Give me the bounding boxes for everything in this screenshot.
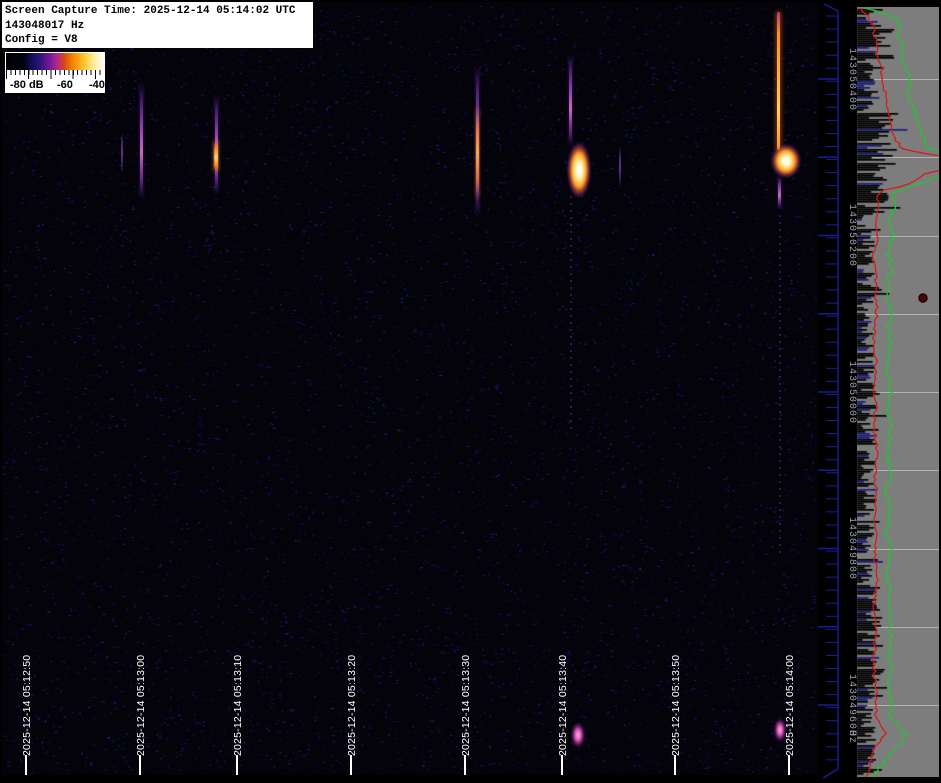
time-axis-tick bbox=[561, 755, 563, 775]
legend-db-label: -40 bbox=[89, 79, 105, 91]
meteor-echo-streak bbox=[619, 146, 621, 188]
meteor-echo-core bbox=[475, 108, 479, 198]
meteor-echo-core bbox=[214, 140, 218, 172]
color-scale-legend: -80 dB -60 -40 bbox=[5, 52, 105, 93]
meteor-echo-streak bbox=[570, 196, 572, 430]
color-gradient-bar bbox=[6, 53, 104, 70]
meteor-echo-blob bbox=[567, 142, 591, 198]
meteor-echo-streak bbox=[139, 84, 143, 198]
capture-time-text: Screen Capture Time: 2025-12-14 05:14:02… bbox=[5, 5, 296, 17]
time-axis-tick bbox=[139, 755, 141, 775]
frequency-axis-label: 143049800 bbox=[846, 517, 857, 581]
time-axis-label: 2025-12-14 05:14:00 bbox=[784, 654, 796, 756]
time-axis-label: 2025-12-14 05:13:10 bbox=[232, 654, 244, 756]
time-axis-tick bbox=[674, 755, 676, 775]
time-axis-label: 2025-12-14 05:13:00 bbox=[135, 654, 147, 756]
meteor-echo-streak bbox=[779, 215, 781, 555]
meteor-echo-blob bbox=[771, 144, 801, 178]
meteor-echo-streak bbox=[777, 176, 781, 208]
meteor-echo-streak bbox=[121, 132, 123, 173]
time-axis-label: 2025-12-14 05:13:20 bbox=[346, 654, 358, 756]
time-axis-tick bbox=[788, 755, 790, 775]
config-text: Config = V8 bbox=[5, 34, 78, 46]
time-axis-tick bbox=[25, 755, 27, 775]
time-axis-tick bbox=[236, 755, 238, 775]
time-axis-label: 2025-12-14 05:13:30 bbox=[460, 654, 472, 756]
frequency-unit-label: Hz bbox=[846, 730, 857, 745]
center-frequency-text: 143048017 Hz bbox=[5, 19, 85, 32]
frequency-axis-label: 143050200 bbox=[846, 204, 857, 268]
capture-info-box: Screen Capture Time: 2025-12-14 05:14:02… bbox=[2, 2, 313, 48]
legend-db-label: -80 dB bbox=[10, 79, 44, 91]
time-axis-tick bbox=[350, 755, 352, 775]
meteor-echo-streak bbox=[568, 56, 572, 145]
meteor-echo-streak bbox=[776, 12, 780, 150]
time-axis-label: 2025-12-14 05:13:50 bbox=[670, 654, 682, 756]
legend-db-label: -60 bbox=[57, 79, 73, 91]
time-axis-label: 2025-12-14 05:12:50 bbox=[21, 654, 33, 756]
frequency-axis-label: 143049600 bbox=[846, 674, 857, 738]
time-axis-tick bbox=[464, 755, 466, 775]
frequency-axis-label: 143050000 bbox=[846, 361, 857, 425]
legend-major-ticks bbox=[6, 70, 104, 79]
meteor-echo-blob bbox=[571, 722, 585, 748]
frequency-axis-label: 143050400 bbox=[846, 48, 857, 112]
time-axis-label: 2025-12-14 05:13:40 bbox=[557, 654, 569, 756]
screen-capture: Screen Capture Time: 2025-12-14 05:14:02… bbox=[0, 0, 941, 783]
